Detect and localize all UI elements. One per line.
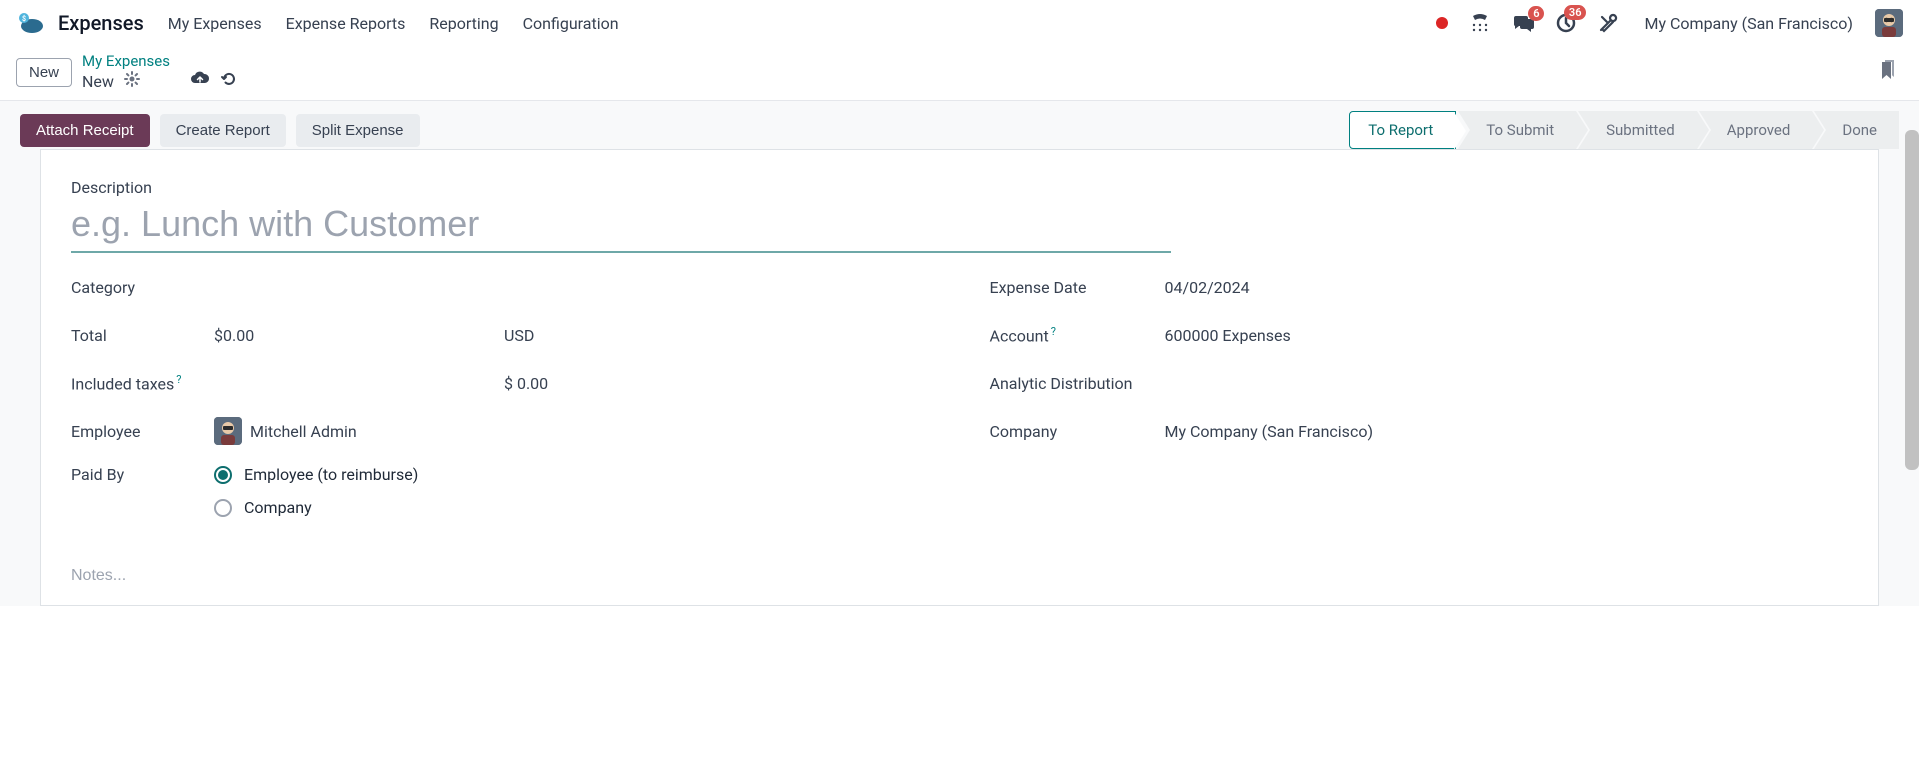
recording-indicator-icon [1436,17,1448,29]
status-step-done[interactable]: Done [1814,111,1899,149]
employee-avatar-icon [214,417,242,445]
app-icon: $ [16,12,44,34]
paid-by-employee-radio[interactable]: Employee (to reimburse) [214,465,418,484]
breadcrumb-parent[interactable]: My Expenses [82,52,238,70]
help-icon[interactable]: ? [1051,325,1056,338]
scrollbar[interactable] [1905,130,1919,470]
total-amount[interactable]: $0.00 [214,326,504,345]
svg-text:$: $ [22,15,26,23]
dialpad-icon[interactable] [1470,14,1490,32]
help-icon[interactable]: ? [176,373,181,386]
notes-input[interactable] [71,567,1848,585]
tax-amount: $ 0.00 [504,374,548,393]
new-button[interactable]: New [16,58,72,87]
breadcrumb-current: New [82,72,114,91]
activity-icon[interactable]: 36 [1556,13,1576,33]
account-value[interactable]: 600000 Expenses [1165,326,1291,345]
description-label: Description [71,178,1848,197]
expense-form: Description Category Total $0.00 USD Inc… [40,149,1879,606]
top-nav: $ Expenses My Expenses Expense Reports R… [0,0,1919,46]
paid-by-radio-group: Employee (to reimburse) Company [214,465,418,517]
employee-name: Mitchell Admin [250,422,357,441]
activity-badge: 36 [1564,5,1587,20]
status-area: 6 36 My Company (San Francisco) [1436,9,1903,37]
nav-links: My Expenses Expense Reports Reporting Co… [168,14,619,33]
messages-icon[interactable]: 6 [1512,14,1534,32]
paid-by-company-radio[interactable]: Company [214,498,418,517]
status-step-approved[interactable]: Approved [1699,111,1813,149]
split-expense-button[interactable]: Split Expense [296,114,420,147]
action-bar-wrap: Attach Receipt Create Report Split Expen… [0,101,1919,606]
status-flow: To Report To Submit Submitted Approved D… [1349,111,1899,149]
included-taxes-label: Included taxes? [71,373,214,393]
bookmark-icon[interactable] [1879,60,1897,86]
paid-by-label: Paid By [71,465,214,484]
radio-checked-icon [214,466,232,484]
user-avatar[interactable] [1875,9,1903,37]
employee-field[interactable]: Mitchell Admin [214,417,357,445]
description-input[interactable] [71,201,1171,253]
nav-link-my-expenses[interactable]: My Expenses [168,14,262,33]
total-label: Total [71,326,214,345]
company-selector[interactable]: My Company (San Francisco) [1644,14,1853,33]
nav-link-configuration[interactable]: Configuration [523,14,619,33]
expense-date-label: Expense Date [990,278,1165,297]
currency-value[interactable]: USD [504,326,534,345]
company-label: Company [990,422,1165,441]
form-left-column: Category Total $0.00 USD Included taxes?… [71,273,930,537]
category-label: Category [71,278,214,297]
expense-date-value[interactable]: 04/02/2024 [1165,278,1250,297]
attach-receipt-button[interactable]: Attach Receipt [20,114,150,147]
status-step-to-report[interactable]: To Report [1349,111,1456,149]
discard-icon[interactable] [220,70,238,92]
analytic-label: Analytic Distribution [990,374,1165,393]
radio-unchecked-icon [214,499,232,517]
create-report-button[interactable]: Create Report [160,114,286,147]
gear-icon[interactable] [124,71,140,91]
nav-link-expense-reports[interactable]: Expense Reports [286,14,406,33]
status-step-to-submit[interactable]: To Submit [1458,111,1576,149]
action-bar: Attach Receipt Create Report Split Expen… [20,111,1899,149]
employee-label: Employee [71,422,214,441]
breadcrumb-row: New My Expenses New [0,46,1919,101]
company-value[interactable]: My Company (San Francisco) [1165,422,1374,441]
tools-icon[interactable] [1598,13,1618,33]
messages-badge: 6 [1528,6,1544,21]
form-right-column: Expense Date 04/02/2024 Account? 600000 … [990,273,1849,537]
nav-link-reporting[interactable]: Reporting [429,14,498,33]
account-label: Account? [990,325,1165,345]
status-step-submitted[interactable]: Submitted [1578,111,1697,149]
app-title[interactable]: Expenses [58,11,144,35]
cloud-save-icon[interactable] [190,71,210,91]
